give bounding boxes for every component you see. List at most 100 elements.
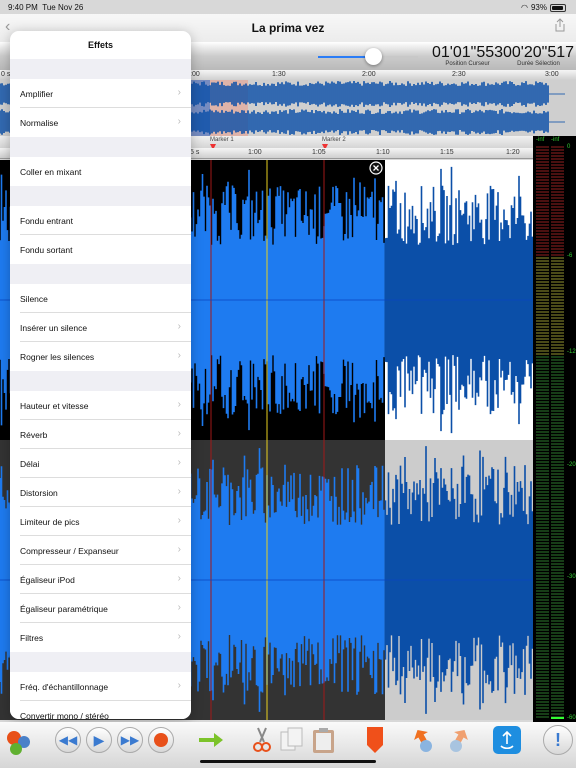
arrow-right-icon[interactable] [198, 732, 224, 748]
share-upload-icon[interactable] [493, 726, 521, 754]
menu-item[interactable]: Fondu entrant [10, 206, 191, 235]
paste-icon[interactable] [312, 727, 336, 755]
meter-segment [551, 197, 564, 199]
battery-icon [550, 3, 566, 12]
menu-item[interactable]: Fréq. d'échantillonnage › [10, 672, 191, 701]
menu-item[interactable]: Filtres › [10, 623, 191, 652]
meter-segment [551, 575, 564, 577]
share-icon[interactable] [554, 18, 566, 32]
info-button[interactable]: ! [543, 725, 573, 755]
meter-segment [551, 647, 564, 649]
tick-label: 1:05 [312, 149, 326, 156]
zoom-slider[interactable] [318, 48, 418, 65]
meter-segment [536, 485, 549, 487]
meter-segment [536, 695, 549, 697]
meter-segment [551, 365, 564, 367]
scissors-icon[interactable] [250, 726, 274, 754]
meter-segment [551, 482, 564, 484]
status-bar: 9:40 PM Tue Nov 26 ◠ 93% [0, 0, 576, 14]
meter-segment [536, 542, 549, 544]
meter-segment [551, 230, 564, 232]
meter-segment [536, 620, 549, 622]
menu-item[interactable]: Hauteur et vitesse › [10, 391, 191, 420]
meter-segment [551, 407, 564, 409]
meter-segment [536, 233, 549, 235]
meter-segment [551, 284, 564, 286]
undo-icon[interactable] [410, 726, 440, 754]
menu-item[interactable]: Rogner les silences › [10, 342, 191, 371]
meter-segment [551, 683, 564, 685]
menu-item-label: Hauteur et vitesse [20, 400, 89, 411]
menu-item[interactable]: Réverb › [10, 420, 191, 449]
meter-segment [536, 275, 549, 277]
slider-knob[interactable] [365, 48, 382, 65]
meter-segment [536, 266, 549, 268]
menu-item[interactable]: Égaliseur iPod › [10, 565, 191, 594]
menu-item[interactable]: Normalise › [10, 108, 191, 137]
meter-segment [551, 419, 564, 421]
meter-segment [551, 392, 564, 394]
menu-item[interactable]: Fondu sortant [10, 235, 191, 264]
effects-gears-icon[interactable] [4, 728, 32, 756]
meter-segment [551, 485, 564, 487]
meter-segment [551, 587, 564, 589]
meter-segment [536, 437, 549, 439]
meter-segment [536, 245, 549, 247]
meter-segment [536, 422, 549, 424]
menu-item[interactable]: Silence [10, 284, 191, 313]
menu-item[interactable]: Coller en mixant [10, 157, 191, 186]
fast-forward-button[interactable]: ▶▶ [117, 727, 143, 753]
menu-item[interactable]: Distorsion › [10, 478, 191, 507]
meter-segment [536, 227, 549, 229]
meter-segment [551, 290, 564, 292]
meter-segment [536, 659, 549, 661]
menu-item[interactable]: Convertir mono / stéréo [10, 701, 191, 720]
meter-segment [536, 344, 549, 346]
menu-item[interactable]: Insérer un silence › [10, 313, 191, 342]
meter-segment [551, 308, 564, 310]
chevron-right-icon: › [177, 321, 181, 332]
rewind-button[interactable]: ◀◀ [55, 727, 81, 753]
meter-segment [536, 146, 549, 148]
meter-segment [551, 233, 564, 235]
record-button[interactable] [148, 727, 174, 753]
meter-segment [536, 332, 549, 334]
menu-item-label: Fréq. d'échantillonnage [20, 681, 109, 692]
meter-segment [551, 464, 564, 466]
menu-item[interactable]: Limiteur de pics › [10, 507, 191, 536]
clear-selection-button[interactable] [369, 161, 383, 175]
meter-segment [536, 269, 549, 271]
meter-segment [551, 680, 564, 682]
chevron-right-icon: › [177, 457, 181, 468]
menu-item[interactable]: Compresseur / Expanseur › [10, 536, 191, 565]
meter-segment [536, 350, 549, 352]
play-button[interactable]: ▶ [86, 727, 112, 753]
tick-label: 2:00 [362, 71, 376, 78]
menu-item[interactable]: Délai › [10, 449, 191, 478]
copy-icon[interactable] [280, 727, 306, 755]
meter-segment [536, 683, 549, 685]
meter-segment [551, 218, 564, 220]
meter-segment [551, 590, 564, 592]
meter-segment [551, 236, 564, 238]
meter-segment [536, 515, 549, 517]
redo-icon[interactable] [442, 726, 472, 754]
meter-segment [536, 194, 549, 196]
meter-segment [551, 332, 564, 334]
meter-segment [536, 509, 549, 511]
meter-segment [536, 347, 549, 349]
meter-segment [536, 605, 549, 607]
meter-segment [551, 617, 564, 619]
menu-item[interactable]: Égaliseur paramétrique › [10, 594, 191, 623]
meter-segment [536, 554, 549, 556]
status-time: 9:40 PM Tue Nov 26 [8, 3, 84, 12]
meter-segment [551, 581, 564, 583]
meter-segment [551, 302, 564, 304]
meter-segment [551, 323, 564, 325]
marker-icon[interactable] [366, 726, 384, 754]
meter-segment [536, 716, 549, 718]
tick-label: 2:30 [452, 71, 466, 78]
menu-item[interactable]: Amplifier › [10, 79, 191, 108]
meter-segment [551, 713, 564, 715]
meter-segment [536, 371, 549, 373]
